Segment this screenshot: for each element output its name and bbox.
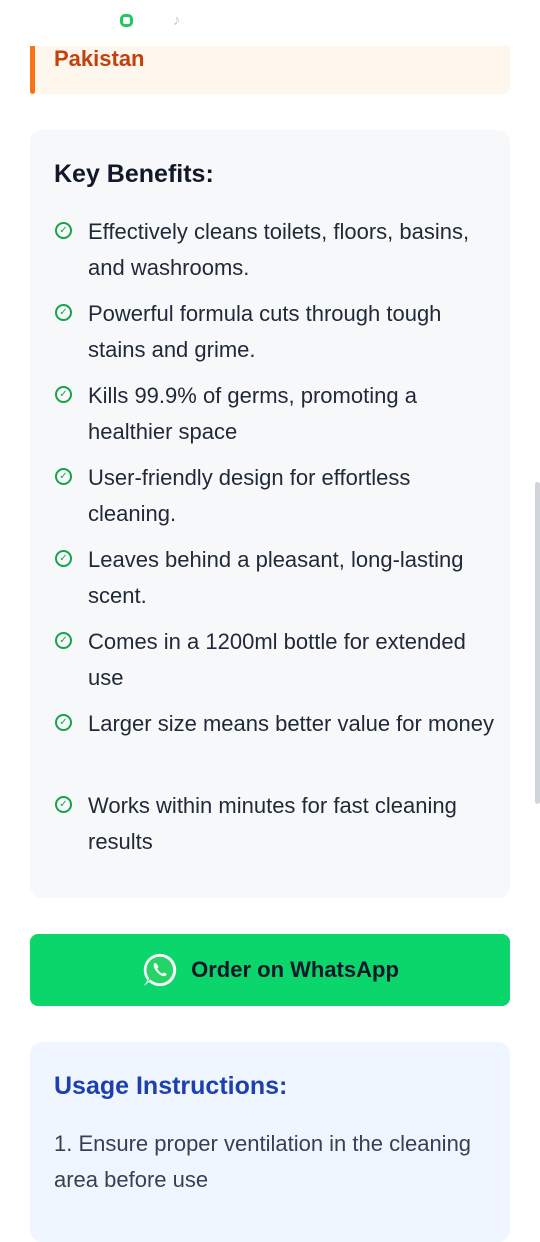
- tiktok-icon: ♪: [173, 12, 181, 29]
- key-benefits-card: Key Benefits: ✓ Effectively cleans toile…: [30, 130, 510, 898]
- check-circle-icon: ✓: [55, 714, 72, 731]
- benefit-text: Effectively cleans toilets, floors, basi…: [88, 219, 470, 280]
- location-text: Pakistan: [54, 46, 145, 71]
- benefit-text: Kills 99.9% of germs, promoting a health…: [88, 383, 417, 444]
- check-circle-icon: ✓: [55, 468, 72, 485]
- usage-instructions-title: Usage Instructions:: [54, 1072, 288, 1100]
- usage-instruction-item: 1. Ensure proper ventilation in the clea…: [54, 1131, 472, 1192]
- benefit-text: Works within minutes for fast cleaning r…: [88, 793, 457, 854]
- usage-instructions-card: Usage Instructions: 1. Ensure proper ven…: [30, 1042, 510, 1242]
- order-whatsapp-label: Order on WhatsApp: [191, 957, 399, 982]
- check-circle-icon: ✓: [55, 222, 72, 239]
- order-whatsapp-button[interactable]: Order on WhatsApp: [30, 934, 510, 1006]
- benefit-text: Powerful formula cuts through tough stai…: [88, 301, 442, 362]
- check-circle-icon: ✓: [55, 796, 72, 813]
- benefit-text: Leaves behind a pleasant, long-lasting s…: [88, 547, 464, 608]
- check-circle-icon: ✓: [55, 550, 72, 567]
- check-circle-icon: ✓: [55, 386, 72, 403]
- benefit-item: ✓ Comes in a 1200ml bottle for extended …: [54, 624, 494, 708]
- benefit-text: Comes in a 1200ml bottle for extended us…: [88, 629, 466, 690]
- benefit-item: ✓ User-friendly design for effortless cl…: [54, 460, 494, 544]
- check-circle-icon: ✓: [55, 304, 72, 321]
- benefit-item: ✓ Works within minutes for fast cleaning…: [54, 788, 494, 872]
- benefit-list: ✓ Effectively cleans toilets, floors, ba…: [54, 216, 494, 872]
- benefit-item: ✓ Larger size means better value for mon…: [54, 706, 494, 790]
- key-benefits-title: Key Benefits:: [54, 160, 214, 188]
- whatsapp-icon: [143, 953, 177, 987]
- check-circle-icon: ✓: [55, 632, 72, 649]
- benefit-item: ✓ Effectively cleans toilets, floors, ba…: [54, 214, 494, 298]
- status-bar: ♪: [0, 0, 540, 46]
- scrollbar-thumb[interactable]: [535, 482, 540, 804]
- benefit-item: ✓ Leaves behind a pleasant, long-lasting…: [54, 542, 494, 626]
- benefit-text: Larger size means better value for money: [88, 711, 494, 736]
- benefit-text: User-friendly design for effortless clea…: [88, 465, 411, 526]
- benefit-item: ✓ Kills 99.9% of germs, promoting a heal…: [54, 378, 494, 462]
- benefit-item: ✓ Powerful formula cuts through tough st…: [54, 296, 494, 380]
- app-notification-icon: [120, 14, 133, 27]
